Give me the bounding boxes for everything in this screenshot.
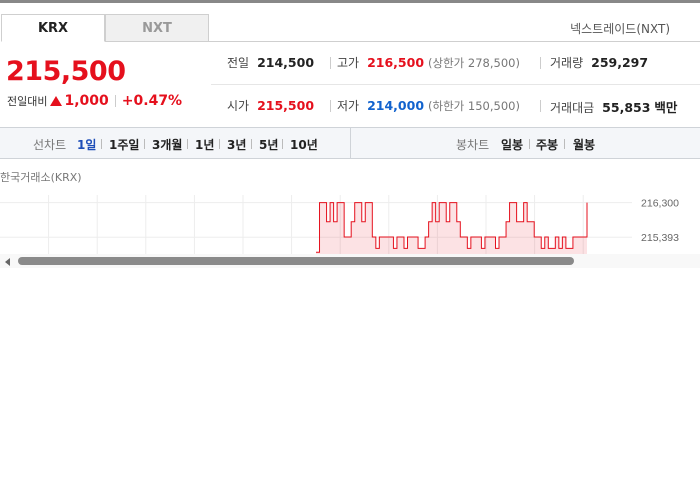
stat-sub: (하한가 150,500): [428, 99, 520, 113]
change-percent: +0.47%: [121, 93, 183, 109]
scroll-left-arrow-icon[interactable]: [5, 258, 10, 266]
divider: [144, 139, 145, 149]
tab-krx[interactable]: KRX: [1, 14, 105, 42]
chart-title: 한국거래소(KRX): [0, 171, 82, 184]
stat-value: 214,500: [257, 55, 315, 70]
stat-turnover: 거래대금 55,853 백만: [550, 97, 677, 116]
period-3m-button[interactable]: 3개월: [152, 136, 182, 153]
stat-value: 214,000: [367, 98, 425, 113]
stat-value: 216,500: [367, 55, 425, 70]
candle-monthly-button[interactable]: 월봉: [573, 136, 595, 153]
stat-label: 시가: [227, 99, 250, 113]
divider: [187, 139, 188, 149]
stat-volume: 거래량 259,297: [550, 54, 648, 71]
up-triangle-icon: [50, 96, 63, 106]
stats-panel: 전일 214,500 고가 216,500 (상한가 278,500) 거래량 …: [211, 42, 700, 127]
stats-divider: [211, 84, 700, 85]
stat-value: 259,297: [591, 55, 649, 70]
stat-label: 거래량: [550, 56, 584, 70]
period-1d-button[interactable]: 1일: [77, 136, 96, 153]
chart-toolbar: 선차트 1일 1주일 3개월 1년 3년 5년 10년 봉차트 일봉 주봉 월봉: [0, 127, 700, 159]
line-chart-label: 선차트: [33, 138, 67, 152]
divider: [282, 139, 283, 149]
divider: [540, 57, 541, 69]
stat-label: 고가: [337, 56, 360, 70]
divider: [101, 139, 102, 149]
stat-label: 전일: [227, 56, 250, 70]
divider: [251, 139, 252, 149]
market-tabs: KRX NXT: [1, 14, 209, 42]
divider: [330, 57, 331, 69]
divider: [219, 139, 220, 149]
divider: [330, 100, 331, 112]
divider: [529, 139, 530, 149]
stat-value: 55,853: [602, 100, 651, 115]
y-tick-label: 215,393: [641, 232, 679, 244]
top-border: [0, 0, 700, 3]
stat-label: 저가: [337, 99, 360, 113]
candle-daily-button[interactable]: 일봉: [501, 136, 523, 153]
divider: [564, 139, 565, 149]
stat-prev-close: 전일 214,500: [227, 54, 314, 71]
change-amount: 1,000: [64, 93, 109, 109]
stat-sub: (상한가 278,500): [428, 56, 520, 70]
scrollbar-thumb[interactable]: [18, 257, 574, 265]
period-3y-button[interactable]: 3년: [227, 136, 246, 153]
intraday-price-chart: 216,300 215,393: [0, 195, 679, 256]
stat-value: 215,500: [257, 98, 315, 113]
nextrade-link[interactable]: 넥스트레이드(NXT): [570, 20, 670, 37]
period-1y-button[interactable]: 1년: [195, 136, 214, 153]
current-price: 215,500: [6, 56, 126, 87]
divider: [114, 95, 116, 107]
candle-chart-label: 봉차트: [456, 138, 490, 152]
divider: [540, 100, 541, 112]
price-change: 전일대비 1,000 +0.47%: [7, 93, 182, 109]
period-1w-button[interactable]: 1주일: [109, 136, 139, 153]
change-label: 전일대비: [7, 95, 48, 108]
period-5y-button[interactable]: 5년: [259, 136, 278, 153]
candle-weekly-button[interactable]: 주봉: [536, 136, 558, 153]
stat-unit: 백만: [654, 100, 678, 115]
stat-label: 거래대금: [550, 101, 595, 115]
tab-nxt[interactable]: NXT: [105, 14, 209, 42]
toolbar-divider: [350, 128, 351, 158]
stat-open: 시가 215,500: [227, 97, 314, 114]
series-area: [316, 202, 587, 256]
stat-low: 저가 214,000 (하한가 150,500): [337, 97, 520, 114]
stat-high: 고가 216,500 (상한가 278,500): [337, 54, 520, 71]
period-10y-button[interactable]: 10년: [290, 136, 318, 153]
y-tick-label: 216,300: [641, 198, 679, 210]
